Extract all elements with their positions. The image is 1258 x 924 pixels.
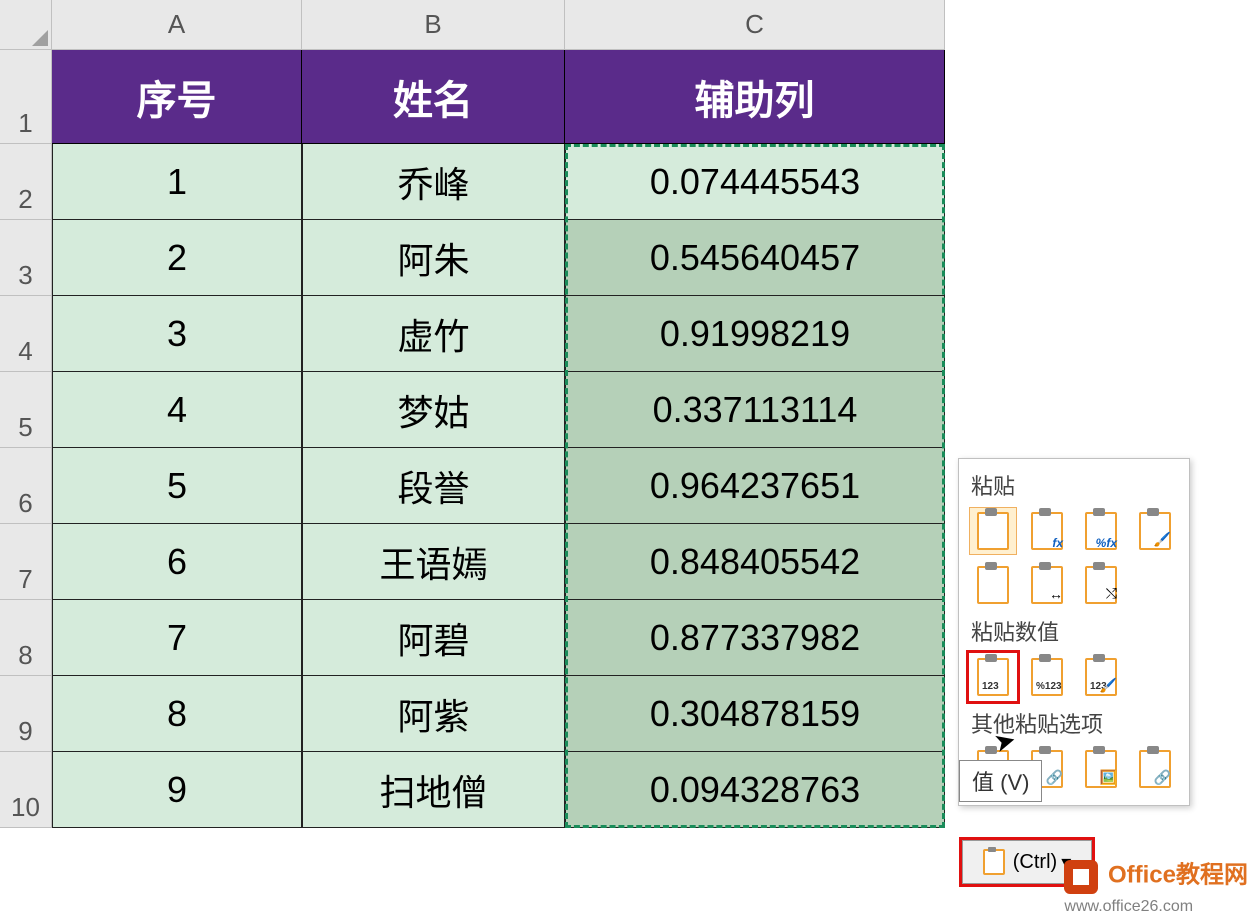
cell[interactable]: 1 [52, 144, 302, 220]
row-header[interactable]: 5 [0, 372, 52, 448]
cell[interactable]: 4 [52, 372, 302, 448]
cell[interactable]: 虚竹 [302, 296, 565, 372]
col-header-B[interactable]: B [302, 0, 565, 50]
cell[interactable]: 0.877337982 [565, 600, 945, 676]
paste-formulas-number-icon[interactable]: %fx [1077, 507, 1125, 555]
row-header[interactable]: 4 [0, 296, 52, 372]
table-header[interactable]: 姓名 [302, 50, 565, 144]
row-header[interactable]: 9 [0, 676, 52, 752]
paste-values-number-icon[interactable]: %123 [1023, 653, 1071, 701]
paste-transpose-icon[interactable]: ⤭ [1077, 561, 1125, 609]
paste-icon[interactable] [969, 507, 1017, 555]
paste-no-borders-icon[interactable] [969, 561, 1017, 609]
cell[interactable]: 梦姑 [302, 372, 565, 448]
cell[interactable]: 0.337113114 [565, 372, 945, 448]
watermark: Office教程网 www.office26.com [1064, 860, 1248, 916]
row-header[interactable]: 2 [0, 144, 52, 220]
paste-values-section-label: 粘贴数值 [971, 615, 1183, 647]
cell[interactable]: 0.545640457 [565, 220, 945, 296]
cell[interactable]: 5 [52, 448, 302, 524]
row-header[interactable]: 3 [0, 220, 52, 296]
cell[interactable]: 0.91998219 [565, 296, 945, 372]
paste-formulas-icon[interactable]: fx [1023, 507, 1071, 555]
watermark-url: www.office26.com [1064, 898, 1193, 915]
cell[interactable]: 2 [52, 220, 302, 296]
paste-linked-picture-icon[interactable]: 🔗 [1131, 745, 1179, 793]
row-header[interactable]: 1 [0, 50, 52, 144]
row-header[interactable]: 8 [0, 600, 52, 676]
cell[interactable]: 阿碧 [302, 600, 565, 676]
paste-options-menu: 粘贴 fx %fx 🖌️ ↔ ⤭ 粘贴数值 123 %123 123🖌️ 其他粘… [958, 458, 1190, 806]
cell[interactable]: 8 [52, 676, 302, 752]
cell[interactable]: 0.074445543 [565, 144, 945, 220]
cell[interactable]: 段誉 [302, 448, 565, 524]
paste-values-tooltip: 值 (V) [959, 760, 1042, 802]
cell[interactable]: 6 [52, 524, 302, 600]
paste-keep-width-icon[interactable]: ↔ [1023, 561, 1071, 609]
cell[interactable]: 0.964237651 [565, 448, 945, 524]
cell[interactable]: 王语嫣 [302, 524, 565, 600]
cell[interactable]: 乔峰 [302, 144, 565, 220]
paste-values-format-icon[interactable]: 123🖌️ [1077, 653, 1125, 701]
cell[interactable]: 3 [52, 296, 302, 372]
cell[interactable]: 扫地僧 [302, 752, 565, 828]
clipboard-icon [983, 849, 1005, 875]
paste-formatting-icon[interactable]: 🖌️ [1131, 507, 1179, 555]
row-header[interactable]: 6 [0, 448, 52, 524]
col-header-A[interactable]: A [52, 0, 302, 50]
cell[interactable]: 0.304878159 [565, 676, 945, 752]
cell[interactable]: 9 [52, 752, 302, 828]
cell[interactable]: 0.094328763 [565, 752, 945, 828]
row-header[interactable]: 7 [0, 524, 52, 600]
office-logo-icon [1064, 860, 1098, 894]
cell[interactable]: 阿朱 [302, 220, 565, 296]
watermark-title: Office教程网 [1108, 861, 1248, 888]
paste-picture-icon[interactable]: 🖼️ [1077, 745, 1125, 793]
select-all-corner[interactable] [0, 0, 52, 50]
row-header[interactable]: 10 [0, 752, 52, 828]
col-header-C[interactable]: C [565, 0, 945, 50]
table-header[interactable]: 辅助列 [565, 50, 945, 144]
cell[interactable]: 阿紫 [302, 676, 565, 752]
table-header[interactable]: 序号 [52, 50, 302, 144]
cell[interactable]: 7 [52, 600, 302, 676]
ctrl-label: (Ctrl) [1013, 851, 1057, 874]
paste-section-label: 粘贴 [971, 469, 1183, 501]
paste-values-icon[interactable]: 123 [969, 653, 1017, 701]
cell[interactable]: 0.848405542 [565, 524, 945, 600]
